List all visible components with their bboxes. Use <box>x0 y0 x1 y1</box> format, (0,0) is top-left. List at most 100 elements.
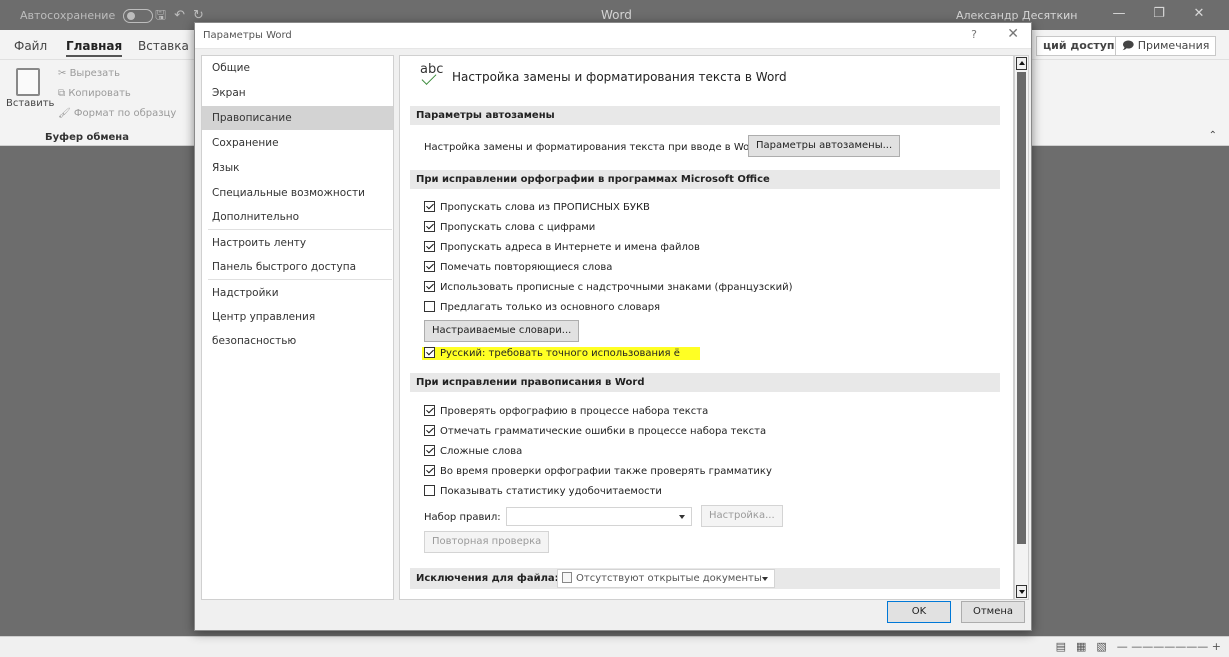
nav-item-trust-center[interactable]: Центр управления безопасностью <box>202 305 393 347</box>
custom-dictionaries-button[interactable]: Настраиваемые словари... <box>424 320 580 342</box>
option-label: Пропускать адреса в Интернете и имена фа… <box>440 242 700 253</box>
view-controls: ▤ ▦ ▧ — ——————— + <box>1046 640 1221 653</box>
option-check-grammar[interactable]: Во время проверки орфографии также прове… <box>424 465 772 479</box>
section-word-spelling: При исправлении правописания в Word <box>410 373 1000 392</box>
tab-home[interactable]: Главная <box>66 39 123 57</box>
ruleset-label: Набор правил: <box>424 512 501 523</box>
paste-button[interactable]: Вставить <box>6 68 54 109</box>
close-icon[interactable]: ✕ <box>1007 26 1019 42</box>
option-label: Пропускать слова из ПРОПИСНЫХ БУКВ <box>440 202 650 213</box>
nav-item-proofing[interactable]: Правописание <box>202 106 393 130</box>
abc-check-icon: abc <box>420 62 443 85</box>
nav-item-display[interactable]: Экран <box>202 81 393 105</box>
option-russian-yo[interactable]: Русский: требовать точного использования… <box>422 347 700 361</box>
option-label: Пропускать слова с цифрами <box>440 222 596 233</box>
autosave-toggle[interactable]: Автосохранение <box>20 9 153 23</box>
nav-item-customize-ribbon[interactable]: Настроить ленту <box>202 231 393 255</box>
autocorrect-label: Настройка замены и форматирования текста… <box>424 142 763 153</box>
page-title: Настройка замены и форматирования текста… <box>452 70 787 84</box>
nav-item-quick-access[interactable]: Панель быстрого доступа <box>202 255 393 279</box>
option-label: Русский: требовать точного использования… <box>440 348 680 359</box>
print-layout-icon[interactable]: ▦ <box>1076 640 1086 653</box>
nav-item-save[interactable]: Сохранение <box>202 131 393 155</box>
section-office-spelling: При исправлении орфографии в программах … <box>410 170 1000 189</box>
format-painter-button[interactable]: 🖌 Формат по образцу <box>58 108 176 119</box>
option-label: Показывать статистику удобочитаемости <box>440 486 662 497</box>
scroll-up-icon[interactable] <box>1016 57 1027 70</box>
option-ignore-numbers[interactable]: Пропускать слова с цифрами <box>424 221 595 235</box>
cut-label: Вырезать <box>69 68 120 79</box>
help-icon[interactable]: ? <box>971 28 977 41</box>
yellow-highlight: Русский: требовать точного использования… <box>422 347 700 360</box>
nav-item-language[interactable]: Язык <box>202 156 393 180</box>
checkbox[interactable] <box>424 465 435 476</box>
document-icon <box>562 572 572 583</box>
option-check-spelling-typing[interactable]: Проверять орфографию в процессе набора т… <box>424 405 708 419</box>
checkbox[interactable] <box>424 241 435 252</box>
window-title: Word <box>601 8 632 22</box>
option-compound-words[interactable]: Сложные слова <box>424 445 522 459</box>
cancel-button[interactable]: Отмена <box>961 601 1025 623</box>
option-ignore-urls[interactable]: Пропускать адреса в Интернете и имена фа… <box>424 241 700 255</box>
option-mark-grammar[interactable]: Отмечать грамматические ошибки в процесс… <box>424 425 766 439</box>
panel-scrollbar[interactable] <box>1014 55 1029 600</box>
exceptions-label: Исключения для файла: <box>416 573 559 584</box>
checkbox[interactable] <box>424 445 435 456</box>
ruleset-select[interactable] <box>506 507 692 526</box>
undo-icon[interactable]: ↶ <box>174 8 193 23</box>
option-ignore-uppercase[interactable]: Пропускать слова из ПРОПИСНЫХ БУКВ <box>424 201 650 215</box>
checkbox[interactable] <box>424 221 435 232</box>
nav-item-addins[interactable]: Надстройки <box>202 281 393 305</box>
checkbox[interactable] <box>424 425 435 436</box>
maximize-icon[interactable]: ❐ <box>1139 6 1179 21</box>
nav-item-accessibility[interactable]: Специальные возможности <box>202 181 393 205</box>
toggle-switch-icon[interactable] <box>122 9 153 23</box>
zoom-slider[interactable]: — ——————— + <box>1117 640 1221 653</box>
collapse-ribbon-icon[interactable]: ⌃ <box>1209 130 1217 141</box>
share-button[interactable]: ций доступ <box>1036 36 1122 56</box>
comments-label: Примечания <box>1137 39 1210 52</box>
autosave-label: Автосохранение <box>20 9 116 22</box>
minimize-icon[interactable]: — <box>1099 6 1139 21</box>
ruleset-settings-button[interactable]: Настройка... <box>701 505 783 527</box>
checkbox[interactable] <box>424 201 435 212</box>
ok-button[interactable]: OK <box>887 601 951 623</box>
autocorrect-options-button[interactable]: Параметры автозамены... <box>748 135 901 157</box>
word-options-dialog: Параметры Word ? ✕ Общие Экран Правописа… <box>194 22 1032 631</box>
exceptions-value: Отсутствуют открытые документы <box>576 573 762 584</box>
checkbox[interactable] <box>424 485 435 496</box>
read-mode-icon[interactable]: ▤ <box>1056 640 1066 653</box>
comments-button[interactable]: 🗩 Примечания <box>1115 36 1217 56</box>
exceptions-document-select[interactable]: Отсутствуют открытые документы <box>557 569 775 588</box>
section-autocorrect: Параметры автозамены <box>410 106 1000 125</box>
nav-divider <box>208 279 392 280</box>
option-readability-stats[interactable]: Показывать статистику удобочитаемости <box>424 485 662 499</box>
copy-button[interactable]: ⧉ Копировать <box>58 88 131 99</box>
option-flag-repeated[interactable]: Помечать повторяющиеся слова <box>424 261 612 275</box>
checkbox[interactable] <box>424 261 435 272</box>
paste-label: Вставить <box>6 98 55 109</box>
save-icon[interactable]: 🖫 <box>155 8 174 23</box>
option-main-dictionary-only[interactable]: Предлагать только из основного словаря <box>424 301 660 315</box>
checkbox[interactable] <box>424 301 435 312</box>
redo-icon[interactable]: ↻ <box>193 8 212 23</box>
recheck-button[interactable]: Повторная проверка <box>424 531 550 553</box>
scroll-thumb[interactable] <box>1017 72 1026 544</box>
close-window-icon[interactable]: ✕ <box>1179 6 1219 21</box>
checkbox[interactable] <box>424 281 435 292</box>
nav-item-advanced[interactable]: Дополнительно <box>202 205 393 229</box>
user-name[interactable]: Александр Десяткин <box>956 9 1077 22</box>
clipboard-group-label: Буфер обмена <box>45 132 129 143</box>
web-layout-icon[interactable]: ▧ <box>1096 640 1106 653</box>
window-controls: — ❐ ✕ <box>1099 6 1219 21</box>
tab-insert[interactable]: Вставка <box>138 39 189 53</box>
scroll-down-icon[interactable] <box>1016 585 1027 598</box>
checkbox[interactable] <box>424 347 435 358</box>
checkbox[interactable] <box>424 405 435 416</box>
tab-file[interactable]: Файл <box>14 39 47 53</box>
option-french-accents[interactable]: Использовать прописные с надстрочными зн… <box>424 281 793 295</box>
cut-button[interactable]: ✂ Вырезать <box>58 68 120 79</box>
option-label: Во время проверки орфографии также прове… <box>440 466 772 477</box>
clipboard-icon <box>16 68 40 96</box>
nav-item-general[interactable]: Общие <box>202 56 393 80</box>
